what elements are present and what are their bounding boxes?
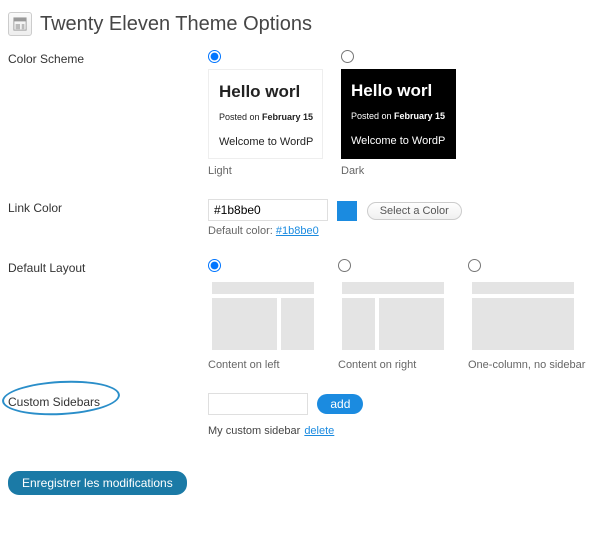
row-custom-sidebars: Custom Sidebars add My custom sidebardel… [8, 393, 594, 437]
layout-option-left: Content on left [208, 259, 318, 371]
label-link-color: Link Color [8, 199, 208, 215]
preview-dark[interactable]: Hello worl Posted on February 15 Welcome… [341, 69, 456, 159]
page-title: Twenty Eleven Theme Options [40, 13, 312, 36]
scheme-option-light: Hello worl Posted on February 15 Welcome… [208, 50, 323, 177]
delete-sidebar-link[interactable]: delete [304, 425, 334, 437]
save-button[interactable]: Enregistrer les modifications [8, 471, 187, 495]
label-custom-sidebars: Custom Sidebars [8, 393, 208, 409]
page-header: Twenty Eleven Theme Options [8, 12, 594, 36]
link-color-swatch[interactable] [337, 201, 357, 221]
theme-options-icon [8, 12, 32, 36]
radio-layout-left[interactable] [208, 259, 221, 272]
row-color-scheme: Color Scheme Hello worl Posted on Februa… [8, 50, 594, 177]
radio-layout-one[interactable] [468, 259, 481, 272]
link-color-input[interactable] [208, 199, 328, 221]
layout-option-right: Content on right [338, 259, 448, 371]
radio-scheme-light[interactable] [208, 50, 221, 63]
scheme-dark-label: Dark [341, 165, 456, 177]
scheme-option-dark: Hello worl Posted on February 15 Welcome… [341, 50, 456, 177]
label-default-layout: Default Layout [8, 259, 208, 275]
preview-light[interactable]: Hello worl Posted on February 15 Welcome… [208, 69, 323, 159]
layout-preview-one[interactable] [468, 278, 578, 353]
radio-scheme-dark[interactable] [341, 50, 354, 63]
custom-sidebar-input[interactable] [208, 393, 308, 415]
layout-option-one: One-column, no sidebar [468, 259, 578, 371]
default-color-link[interactable]: #1b8be0 [276, 225, 319, 237]
scheme-light-label: Light [208, 165, 323, 177]
label-color-scheme: Color Scheme [8, 50, 208, 66]
row-default-layout: Default Layout Content on left [8, 259, 594, 371]
custom-sidebar-item: My custom sidebardelete [208, 425, 594, 437]
layout-preview-left[interactable] [208, 278, 318, 353]
default-color-helper: Default color: #1b8be0 [208, 225, 594, 237]
select-color-button[interactable]: Select a Color [367, 202, 462, 220]
row-link-color: Link Color Select a Color Default color:… [8, 199, 594, 237]
radio-layout-right[interactable] [338, 259, 351, 272]
layout-preview-right[interactable] [338, 278, 448, 353]
add-sidebar-button[interactable]: add [317, 394, 363, 414]
